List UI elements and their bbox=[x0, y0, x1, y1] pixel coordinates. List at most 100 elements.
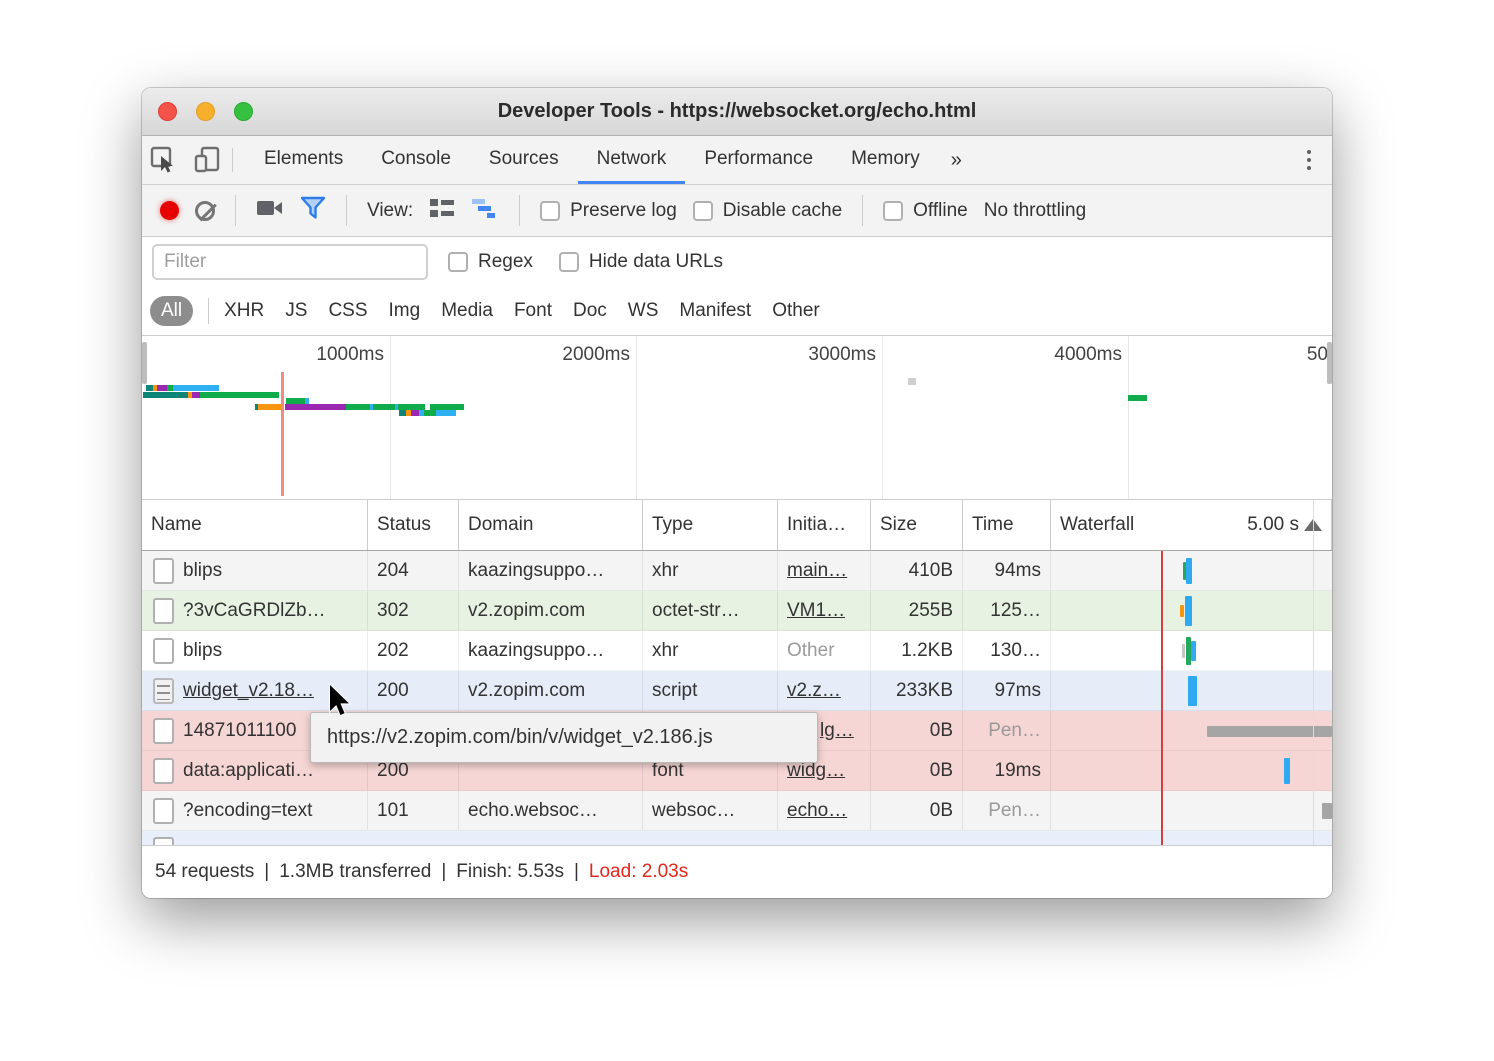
waterfall-cell[interactable] bbox=[1051, 791, 1332, 830]
preserve-log-checkbox[interactable]: Preserve log bbox=[540, 200, 677, 222]
tab-network[interactable]: Network bbox=[578, 136, 686, 184]
request-name-cell[interactable]: ?3vCaGRDlZb… bbox=[142, 591, 368, 630]
table-row[interactable]: ?encoding=text101echo.websoc…websoc…echo… bbox=[142, 791, 1332, 831]
filter-pill-ws[interactable]: WS bbox=[628, 300, 659, 322]
filter-pill-css[interactable]: CSS bbox=[328, 300, 367, 322]
request-domain-cell: v2.zopim.com bbox=[459, 591, 643, 630]
filter-pill-xhr[interactable]: XHR bbox=[224, 300, 264, 322]
filter-pill-all[interactable]: All bbox=[150, 296, 193, 326]
tab-console[interactable]: Console bbox=[362, 136, 470, 184]
waterfall-cell[interactable] bbox=[1051, 711, 1332, 750]
table-row[interactable]: widget_v2.18…200v2.zopim.comscriptv2.z…2… bbox=[142, 671, 1332, 711]
filter-funnel-icon[interactable] bbox=[300, 196, 326, 225]
request-initiator-cell[interactable]: main… bbox=[778, 551, 871, 590]
minimize-window-button[interactable] bbox=[196, 102, 215, 121]
column-header-time[interactable]: Time bbox=[963, 500, 1051, 550]
request-name[interactable]: ?3vCaGRDlZb… bbox=[183, 600, 326, 622]
filter-pill-manifest[interactable]: Manifest bbox=[679, 300, 751, 322]
request-initiator[interactable]: v2.z… bbox=[787, 680, 841, 702]
column-header-waterfall[interactable]: Waterfall5.00 s bbox=[1051, 500, 1332, 550]
filter-pill-doc[interactable]: Doc bbox=[573, 300, 607, 322]
table-row[interactable]: blips202kaazingsuppo…xhrOther1.2KB130… bbox=[142, 631, 1332, 671]
request-domain-cell: kaazingsuppo… bbox=[459, 631, 643, 670]
waterfall-cell[interactable] bbox=[1051, 631, 1332, 670]
request-initiator-cell[interactable]: echo… bbox=[778, 791, 871, 830]
tab-elements[interactable]: Elements bbox=[245, 136, 362, 184]
column-header-domain[interactable]: Domain bbox=[459, 500, 643, 550]
waterfall-cell[interactable] bbox=[1051, 751, 1332, 790]
hide-data-urls-checkbox[interactable]: Hide data URLs bbox=[559, 251, 723, 273]
checkbox-icon[interactable] bbox=[693, 201, 713, 221]
column-header-name[interactable]: Name bbox=[142, 500, 368, 550]
request-domain-cell: v2.zopim.com bbox=[459, 671, 643, 710]
request-time: 94ms bbox=[995, 560, 1041, 582]
request-name[interactable]: widget_v2.18… bbox=[183, 680, 314, 702]
request-name[interactable]: blips bbox=[183, 640, 222, 662]
request-status: 200 bbox=[377, 680, 409, 702]
request-name-cell[interactable]: blips bbox=[142, 631, 368, 670]
filter-pill-other[interactable]: Other bbox=[772, 300, 820, 322]
column-header-status[interactable]: Status bbox=[368, 500, 459, 550]
checkbox-icon[interactable] bbox=[448, 252, 468, 272]
clear-icon[interactable] bbox=[195, 201, 215, 221]
filter-input[interactable] bbox=[152, 244, 428, 280]
waterfall-bar bbox=[1185, 596, 1192, 626]
column-header-size[interactable]: Size bbox=[871, 500, 963, 550]
request-name-cell[interactable]: blips bbox=[142, 551, 368, 590]
close-window-button[interactable] bbox=[158, 102, 177, 121]
device-toolbar-icon[interactable] bbox=[186, 136, 230, 184]
request-initiator-cell[interactable]: Other bbox=[778, 631, 871, 670]
request-size-cell: 410B bbox=[871, 551, 963, 590]
request-name[interactable]: data:applicati… bbox=[183, 760, 314, 782]
list-view-icon[interactable] bbox=[429, 197, 455, 224]
waterfall-bar bbox=[1284, 758, 1290, 784]
tab-sources[interactable]: Sources bbox=[470, 136, 578, 184]
request-status: 204 bbox=[377, 560, 409, 582]
request-initiator-cell[interactable]: VM1… bbox=[778, 591, 871, 630]
request-name[interactable]: 14871011100 bbox=[183, 720, 296, 742]
overview-left-grip[interactable] bbox=[142, 342, 147, 384]
filter-pill-js[interactable]: JS bbox=[285, 300, 307, 322]
offline-checkbox[interactable]: Offline bbox=[883, 200, 968, 222]
more-tabs-chevron[interactable]: » bbox=[939, 136, 974, 184]
record-button[interactable] bbox=[160, 201, 179, 220]
zoom-window-button[interactable] bbox=[234, 102, 253, 121]
waterfall-cell[interactable] bbox=[1051, 551, 1332, 590]
filter-pill-img[interactable]: Img bbox=[389, 300, 421, 322]
tab-memory[interactable]: Memory bbox=[832, 136, 939, 184]
waterfall-cell[interactable] bbox=[1051, 671, 1332, 710]
column-header-type[interactable]: Type bbox=[643, 500, 778, 550]
waterfall-view-icon[interactable] bbox=[471, 197, 499, 224]
disable-cache-checkbox[interactable]: Disable cache bbox=[693, 200, 842, 222]
request-initiator[interactable]: VM1… bbox=[787, 600, 845, 622]
table-row[interactable]: blips204kaazingsuppo…xhrmain…410B94ms bbox=[142, 551, 1332, 591]
checkbox-icon[interactable] bbox=[559, 252, 579, 272]
request-name-cell[interactable]: ?encoding=text bbox=[142, 791, 368, 830]
inspect-element-icon[interactable] bbox=[142, 136, 186, 184]
throttling-select[interactable]: No throttling bbox=[984, 200, 1086, 222]
devtools-menu-icon[interactable] bbox=[1286, 136, 1332, 184]
request-initiator[interactable]: lg… bbox=[820, 720, 854, 742]
request-name[interactable]: ?encoding=text bbox=[183, 800, 312, 822]
filter-pill-media[interactable]: Media bbox=[441, 300, 493, 322]
column-header-initia[interactable]: Initia… bbox=[778, 500, 871, 550]
table-row[interactable]: ?3vCaGRDlZb…302v2.zopim.comoctet-str…VM1… bbox=[142, 591, 1332, 631]
request-status-cell: 200 bbox=[368, 671, 459, 710]
checkbox-icon[interactable] bbox=[883, 201, 903, 221]
overview-right-grip[interactable] bbox=[1327, 342, 1332, 384]
screenshot-camera-icon[interactable] bbox=[256, 197, 284, 224]
regex-checkbox[interactable]: Regex bbox=[448, 251, 533, 273]
checkbox-icon[interactable] bbox=[540, 201, 560, 221]
tab-performance[interactable]: Performance bbox=[685, 136, 832, 184]
request-name[interactable]: blips bbox=[183, 560, 222, 582]
request-size: 233KB bbox=[896, 680, 953, 702]
waterfall-bar bbox=[1180, 605, 1184, 617]
request-initiator[interactable]: main… bbox=[787, 560, 847, 582]
request-initiator[interactable]: echo… bbox=[787, 800, 847, 822]
network-overview-timeline[interactable]: 1000ms2000ms3000ms4000ms50 bbox=[142, 336, 1332, 500]
filter-pill-font[interactable]: Font bbox=[514, 300, 552, 322]
waterfall-cell[interactable] bbox=[1051, 591, 1332, 630]
request-initiator-cell[interactable]: v2.z… bbox=[778, 671, 871, 710]
overview-gridline bbox=[390, 336, 391, 499]
status-segment: Load: 2.03s bbox=[589, 861, 688, 883]
